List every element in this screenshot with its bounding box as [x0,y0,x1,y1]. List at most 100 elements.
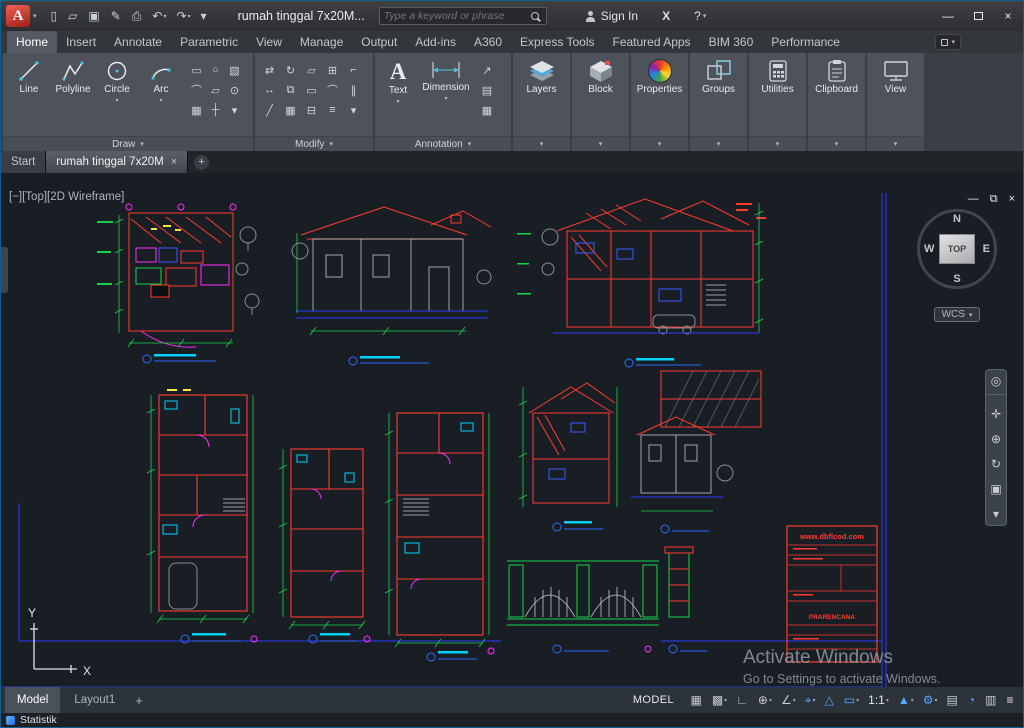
draw-extra-icon[interactable]: ▾ [225,100,244,120]
viewport-restore-button[interactable]: ⧉ [990,193,998,206]
annotation-extra-icon[interactable]: ▤ [477,80,497,100]
modify-tool-icon[interactable]: ▱ [301,60,322,80]
line-tool[interactable]: Line [7,56,51,136]
layers-button[interactable]: Layers [517,56,566,136]
new-tab-button[interactable]: + [194,155,209,170]
viewcube-east[interactable]: E [983,243,990,255]
modify-tool-icon[interactable]: ▾ [343,100,364,120]
utilities-button[interactable]: Utilities [753,56,802,136]
tab-insert[interactable]: Insert [57,31,105,53]
panel-annotation-footer[interactable]: Annotation▾ [375,136,511,151]
tab-view[interactable]: View [247,31,291,53]
panel-properties-footer[interactable]: ▾ [631,136,688,151]
plot-icon[interactable]: ⎙ [128,7,147,26]
navbar-menu-icon[interactable]: ▾ [986,508,1006,520]
osnap-icon[interactable]: ⌖▾ [800,693,820,708]
viewcube-compass-ring[interactable]: N S W E TOP [917,209,997,289]
text-tool[interactable]: A Text ▾ [379,56,417,136]
panel-view-footer[interactable]: ▾ [867,136,924,151]
viewport-close-button[interactable]: × [1009,193,1015,206]
isodraft-icon[interactable]: ∠▾ [777,693,801,707]
autodesk-exchange-icon[interactable]: X [662,9,670,23]
circle-tool[interactable]: Circle ▾ [95,56,139,136]
object-snap-tracking-icon[interactable]: △ [820,693,839,707]
polar-tracking-icon[interactable]: ⊕▾ [753,693,776,707]
quick-properties-icon[interactable]: ▥ [981,693,1002,707]
draw-extra-icon[interactable]: ⊙ [225,80,244,100]
new-file-icon[interactable]: ▯ [47,7,63,25]
orbit-icon[interactable]: ↻ [986,458,1006,470]
search-input[interactable] [384,10,531,22]
modify-tool-icon[interactable]: ⧉ [280,80,301,100]
model-space-button[interactable]: MODEL [623,694,684,706]
modify-tool-icon[interactable]: ⌒ [322,80,343,100]
navigation-wheel-icon[interactable]: ◎ [986,375,1006,395]
minimize-button[interactable]: — [933,3,963,29]
model-tab[interactable]: Model [5,687,60,713]
viewcube-north[interactable]: N [953,213,961,225]
qat-menu-icon[interactable]: ▾ [197,7,212,25]
modify-tool-icon[interactable]: ∥ [343,80,364,100]
sign-in-button[interactable]: Sign In [585,9,638,23]
close-button[interactable]: × [993,3,1023,29]
modify-tool-icon[interactable]: ⌐ [343,60,364,80]
viewport-minimize-button[interactable]: — [968,193,979,206]
tab-output[interactable]: Output [352,31,406,53]
wcs-menu[interactable]: WCS▾ [934,307,981,322]
tab-performance[interactable]: Performance [762,31,849,53]
modify-tool-icon[interactable]: ⊞ [322,60,343,80]
tab-home[interactable]: Home [7,31,57,53]
annotation-extra-icon[interactable]: ↗ [477,60,497,80]
tab-featured-apps[interactable]: Featured Apps [604,31,700,53]
properties-button[interactable]: Properties [635,56,684,136]
search-icon[interactable] [531,12,539,20]
pan-icon[interactable]: ✛ [986,408,1006,420]
modify-tool-icon[interactable]: ▭ [301,80,322,100]
draw-extra-icon[interactable]: ○ [206,60,225,80]
panel-utilities-footer[interactable]: ▾ [749,136,806,151]
modify-tool-icon[interactable]: ⇄ [259,60,280,80]
draw-extra-icon[interactable]: ⌒ [187,80,206,100]
lineweight-icon[interactable]: ▭▾ [839,693,863,707]
maximize-button[interactable] [963,3,993,29]
draw-extra-icon[interactable]: ▧ [225,60,244,80]
tab-express-tools[interactable]: Express Tools [511,31,603,53]
customization-icon[interactable]: ≡ [1002,693,1019,707]
modify-tool-icon[interactable]: ≡ [322,100,343,120]
open-file-icon[interactable]: ▱ [64,7,82,25]
panel-block-footer[interactable]: ▾ [572,136,629,151]
panel-groups-footer[interactable]: ▾ [690,136,747,151]
panel-modify-footer[interactable]: Modify▾ [255,136,373,151]
draw-extra-icon[interactable]: ┼ [206,100,225,120]
polyline-tool[interactable]: Polyline [51,56,95,136]
groups-button[interactable]: Groups [694,56,743,136]
modify-tool-icon[interactable]: ▦ [280,100,301,120]
app-menu-button[interactable]: A ▾ [1,3,43,29]
clipboard-button[interactable]: Clipboard [812,56,861,136]
close-tab-icon[interactable]: × [171,156,177,168]
drawing-canvas[interactable]: [−][Top][2D Wireframe] — ⧉ × [1,173,1023,687]
panel-draw-footer[interactable]: Draw▾ [3,136,253,151]
search-box[interactable] [379,7,547,25]
modify-tool-icon[interactable]: ╱ [259,100,280,120]
file-tab-document[interactable]: rumah tinggal 7x20M × [46,151,188,173]
units-icon[interactable]: ◔ [963,693,980,707]
tab-annotate[interactable]: Annotate [105,31,171,53]
panel-layers-footer[interactable]: ▾ [513,136,570,151]
draw-extra-icon[interactable]: ▦ [187,100,206,120]
modify-tool-icon[interactable]: ↔ [259,80,280,100]
help-button[interactable]: ?▾ [694,9,706,23]
panel-clipboard-footer[interactable]: ▾ [808,136,865,151]
viewcube[interactable]: N S W E TOP WCS▾ [909,209,1005,322]
layout1-tab[interactable]: Layout1 [62,687,127,713]
view-button[interactable]: View [871,56,920,136]
annotation-extra-icon[interactable]: ▦ [477,100,497,120]
redo-icon[interactable]: ↷▾ [172,7,194,25]
workspace-gear-icon[interactable]: ⚙▾ [918,693,942,707]
undo-icon[interactable]: ↶▾ [148,7,170,25]
grid-icon[interactable]: ▦ [686,693,707,707]
ribbon-display-toggle[interactable]: ▾ [935,34,961,50]
collapsed-palette-tab[interactable] [1,247,8,293]
viewcube-top-face[interactable]: TOP [939,234,975,264]
save-icon[interactable]: ▣ [84,7,104,25]
